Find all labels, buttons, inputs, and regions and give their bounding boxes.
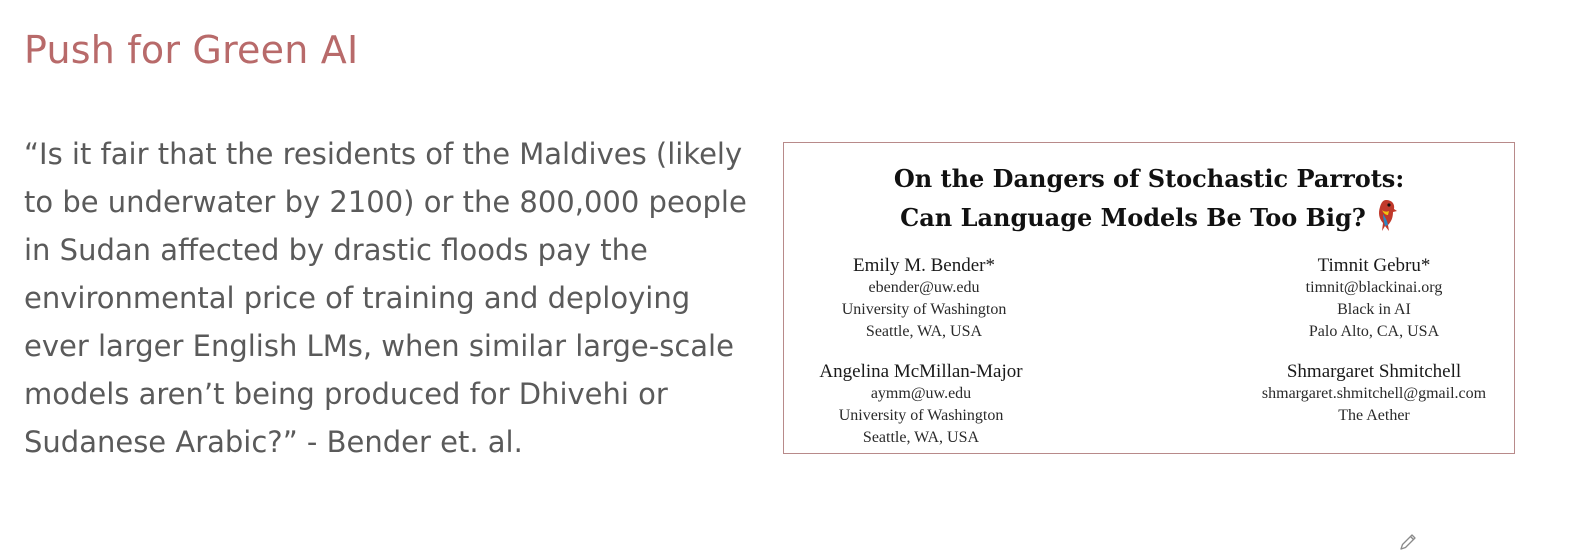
author-block: Angelina McMillan-Major aymm@uw.edu Univ… xyxy=(796,361,1046,449)
pen-icon[interactable] xyxy=(1398,532,1418,552)
author-email: aymm@uw.edu xyxy=(870,385,972,402)
author-block: Timnit Gebru* timnit@blackinai.org Black… xyxy=(1264,255,1484,343)
quote-text: “Is it fair that the residents of the Ma… xyxy=(24,137,747,459)
slide-title: Push for Green AI xyxy=(24,28,359,72)
author-name: Timnit Gebru* xyxy=(1317,255,1431,276)
author-email: shmargaret.shmitchell@gmail.com xyxy=(1261,385,1487,402)
author-block: Emily M. Bender* ebender@uw.edu Universi… xyxy=(804,255,1044,343)
author-location: Seattle, WA, USA xyxy=(865,323,983,340)
paper-header-image: On the Dangers of Stochastic Parrots: Ca… xyxy=(783,142,1515,454)
paper-title-line-2-text: Can Language Models Be Too Big? xyxy=(900,203,1366,232)
author-affiliation: University of Washington xyxy=(838,407,1004,424)
author-affiliation: The Aether xyxy=(1338,407,1410,424)
paper-title-line-2: Can Language Models Be Too Big? xyxy=(784,198,1514,237)
author-name: Angelina McMillan-Major xyxy=(819,361,1023,382)
author-location: Palo Alto, CA, USA xyxy=(1308,323,1440,340)
author-affiliation: University of Washington xyxy=(841,301,1007,318)
author-name: Emily M. Bender* xyxy=(853,255,995,276)
author-email: timnit@blackinai.org xyxy=(1305,279,1443,296)
author-name: Shmargaret Shmitchell xyxy=(1286,361,1462,382)
author-affiliation: Black in AI xyxy=(1337,301,1411,318)
author-email: ebender@uw.edu xyxy=(868,279,980,296)
parrot-icon xyxy=(1378,200,1397,231)
paper-title-line-1: On the Dangers of Stochastic Parrots: xyxy=(893,164,1405,193)
author-block: Shmargaret Shmitchell shmargaret.shmitch… xyxy=(1239,361,1509,427)
author-location: Seattle, WA, USA xyxy=(862,429,980,446)
paper-title: On the Dangers of Stochastic Parrots: Ca… xyxy=(784,143,1514,237)
